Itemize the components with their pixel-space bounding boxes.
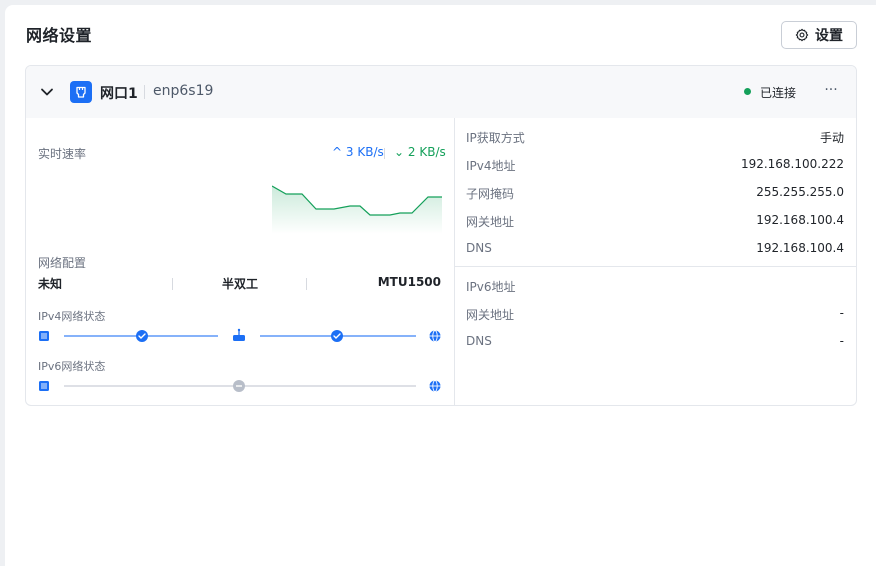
port-name: 网口1	[100, 86, 138, 102]
duplex-mode: 半双工	[222, 277, 259, 291]
divider	[455, 266, 856, 267]
more-options-button[interactable]: ···	[821, 80, 841, 100]
ipv4-address-label: IPv4地址	[466, 159, 516, 173]
rate-label: 实时速率	[38, 147, 87, 161]
ipv4-gateway-value: 192.168.100.4	[756, 213, 844, 227]
ipv6-topology	[39, 380, 441, 392]
port-overview: 实时速率 ^ 3 KB/s ⌄ 2 KB/s 网络配置 未知 半双工 MTU15…	[26, 118, 454, 405]
ipv6-dns-value: -	[839, 334, 844, 348]
upload-rate-value: 3 KB/s	[345, 145, 384, 159]
subnet-mask-label: 子网掩码	[466, 187, 515, 201]
status-indicator-dot	[744, 88, 751, 95]
ip-method-label: IP获取方式	[466, 131, 525, 145]
sparkline-area	[272, 186, 442, 234]
ipv6-address-row: IPv6地址	[466, 278, 844, 294]
page-title: 网络设置	[26, 26, 93, 45]
network-config-row: 未知 半双工 MTU1500	[38, 275, 441, 293]
arrow-up-icon: ^	[332, 145, 343, 159]
ipv4-dns-label: DNS	[466, 241, 492, 255]
ipv6-gateway-label: 网关地址	[466, 308, 515, 322]
rate-sparkline	[272, 185, 442, 234]
port-card-header: 网口1 enp6s19 已连接 ···	[26, 66, 856, 118]
ethernet-port-icon	[70, 81, 92, 103]
settings-button[interactable]: 设置	[781, 21, 857, 49]
ipv6-gateway-value: -	[839, 306, 844, 320]
ipv6-dns-label: DNS	[466, 334, 492, 348]
chevron-down-icon[interactable]	[40, 85, 54, 99]
router-icon	[233, 328, 245, 341]
upload-rate: ^ 3 KB/s	[332, 145, 384, 159]
ipv6-address-label: IPv6地址	[466, 280, 516, 294]
network-config-label: 网络配置	[38, 256, 87, 270]
ipv4-dns-value: 192.168.100.4	[756, 241, 844, 255]
ipv6-gateway-row: 网关地址 -	[466, 306, 844, 322]
arrow-down-icon: ⌄	[394, 145, 405, 159]
divider	[144, 85, 145, 99]
link-speed: 未知	[38, 277, 63, 291]
settings-button-label: 设置	[815, 28, 843, 44]
ipv4-gateway-label: 网关地址	[466, 215, 515, 229]
network-port-card: 网口1 enp6s19 已连接 ··· 实时速率 ^ 3 KB/s ⌄ 2 KB…	[25, 65, 857, 406]
download-rate-value: 2 KB/s	[407, 145, 446, 159]
subnet-mask-value: 255.255.255.0	[756, 185, 844, 199]
network-settings-panel: 网络设置 设置 网口1 enp6s19 已连接 ··· 实时速率 ^ 3 KB/…	[5, 5, 876, 566]
globe-icon	[429, 380, 441, 392]
ipv6-status-label: IPv6网络状态	[38, 360, 106, 373]
subnet-mask-row: 子网掩码 255.255.255.0	[466, 185, 844, 201]
host-icon	[39, 381, 49, 391]
check-circle-icon	[136, 330, 148, 342]
ipv4-address-row: IPv4地址 192.168.100.222	[466, 157, 844, 173]
host-icon	[39, 331, 49, 341]
mtu-value: MTU1500	[377, 275, 441, 289]
ipv4-address-value: 192.168.100.222	[740, 157, 844, 171]
globe-icon	[429, 330, 441, 342]
gear-icon	[795, 28, 809, 42]
download-rate: ⌄ 2 KB/s	[394, 145, 446, 159]
divider	[384, 148, 385, 159]
connection-status: 已连接	[760, 86, 797, 100]
ipv4-gateway-row: 网关地址 192.168.100.4	[466, 213, 844, 229]
ip-method-row: IP获取方式 手动	[466, 129, 844, 145]
ipv6-dns-row: DNS -	[466, 334, 844, 350]
ipv4-dns-row: DNS 192.168.100.4	[466, 241, 844, 257]
divider	[172, 278, 173, 290]
ipv4-topology	[39, 328, 441, 342]
check-circle-icon	[331, 330, 343, 342]
ip-method-value: 手动	[819, 131, 844, 145]
minus-circle-icon	[233, 380, 245, 392]
port-device-name: enp6s19	[153, 83, 214, 99]
ip-details: IP获取方式 手动 IPv4地址 192.168.100.222 子网掩码 25…	[455, 118, 856, 405]
divider	[306, 278, 307, 290]
ipv4-status-label: IPv4网络状态	[38, 310, 106, 323]
